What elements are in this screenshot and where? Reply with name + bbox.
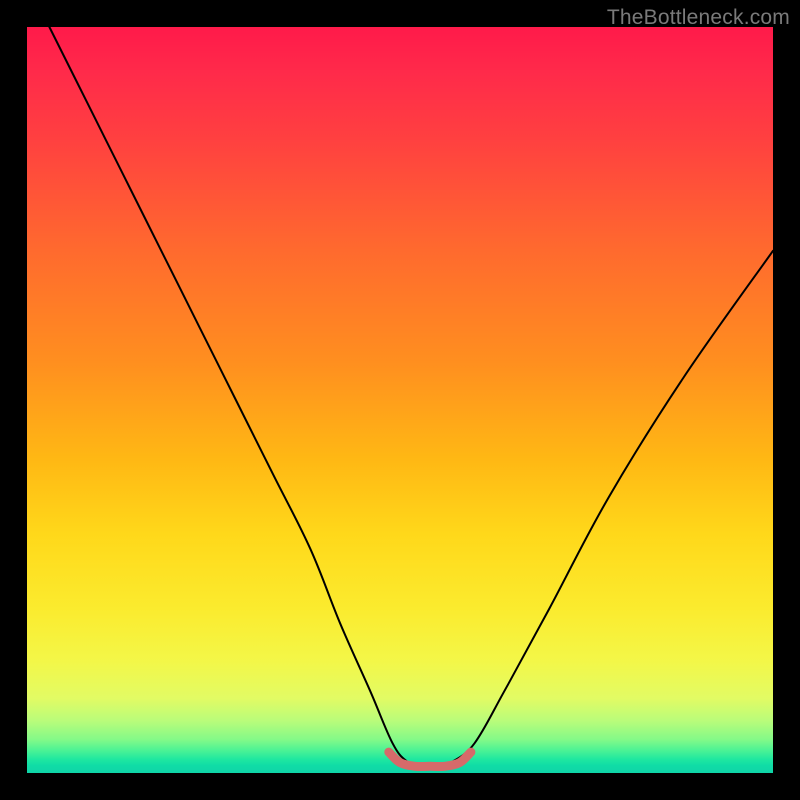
bottleneck-curve (49, 27, 773, 768)
watermark-text: TheBottleneck.com (607, 6, 790, 30)
plot-area (27, 27, 773, 773)
chart-stage: TheBottleneck.com (0, 0, 800, 800)
chart-svg (27, 27, 773, 773)
trough-marker (389, 752, 471, 766)
